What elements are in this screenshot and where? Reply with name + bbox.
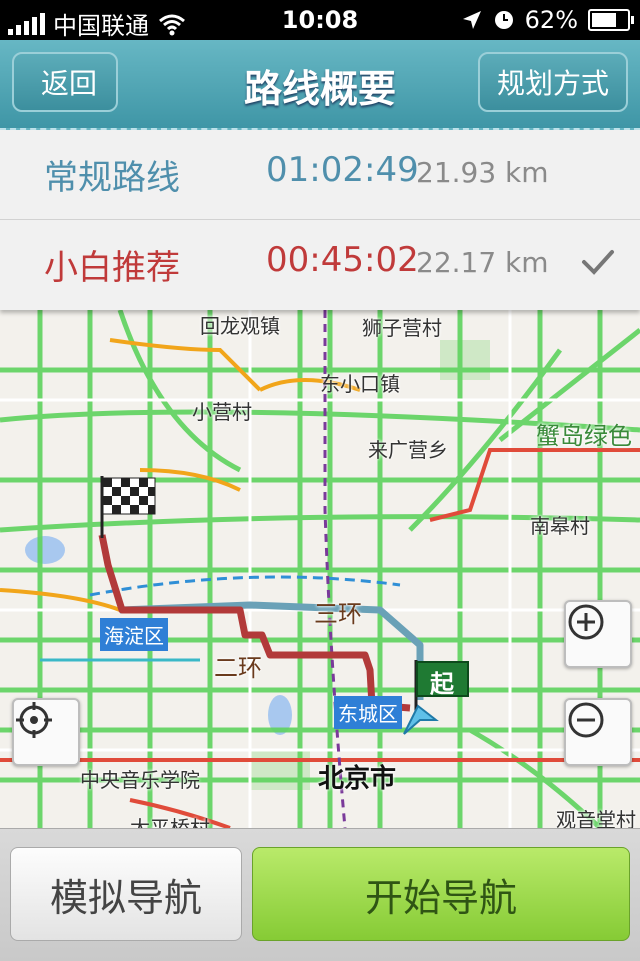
map-label: 南皋村 [530,514,590,538]
route-distance: 21.93 km [416,156,549,189]
finish-flag-icon [100,476,156,538]
status-bar: 中国联通 10:08 62% [0,0,640,40]
crosshair-icon [16,702,52,738]
plus-icon [568,604,604,640]
map-label: 东小口镇 [320,372,400,396]
route-time: 01:02:49 [266,150,419,190]
map-label: 小营村 [192,400,252,424]
map-view[interactable]: 起 回龙观镇 狮子营村 东小口镇 小营村 来广营乡 蟹岛绿色 南皋村 海淀区 三… [0,310,640,828]
map-label: 来广营乡 [368,438,448,462]
ring-road-label: 二环 [214,654,262,682]
battery-percent: 62% [524,6,578,34]
route-list: 常规路线 01:02:49 21.93 km 小白推荐 00:45:02 22.… [0,130,640,310]
city-label: 北京市 [318,764,397,794]
start-flag-label: 起 [430,670,454,698]
checkmark-icon [582,250,614,275]
map-label: 狮子营村 [362,316,442,340]
map-label: 回龙观镇 [200,314,280,338]
map-label: 中央音乐学院 [80,768,200,792]
map-label: 观音堂村 [556,808,636,828]
plan-method-button[interactable]: 规划方式 [478,52,628,112]
district-label: 东城区 [334,696,402,729]
ring-road-label: 三环 [314,600,362,628]
route-option-regular[interactable]: 常规路线 01:02:49 21.93 km [0,130,640,220]
map-label: 蟹岛绿色 [536,422,632,450]
route-option-recommended[interactable]: 小白推荐 00:45:02 22.17 km [0,220,640,309]
zoom-out-button[interactable] [564,698,632,766]
simulate-navigation-button[interactable]: 模拟导航 [10,847,242,941]
route-time: 00:45:02 [266,240,419,280]
nav-bar: 返回 路线概要 规划方式 [0,40,640,130]
battery-icon [588,9,634,31]
bottom-action-bar: 模拟导航 开始导航 [0,828,640,961]
minus-icon [568,702,604,738]
zoom-in-button[interactable] [564,600,632,668]
location-arrow-icon [462,11,481,29]
route-name: 小白推荐 [44,248,180,288]
alarm-clock-icon [494,11,513,29]
start-navigation-button[interactable]: 开始导航 [252,847,630,941]
route-name: 常规路线 [44,158,180,198]
map-label: 太平桥村 [130,816,210,828]
route-distance: 22.17 km [416,246,549,279]
current-location-arrow-icon [403,704,439,735]
district-label: 海淀区 [100,618,168,651]
locate-me-button[interactable] [12,698,80,766]
status-right: 62% [461,6,634,34]
